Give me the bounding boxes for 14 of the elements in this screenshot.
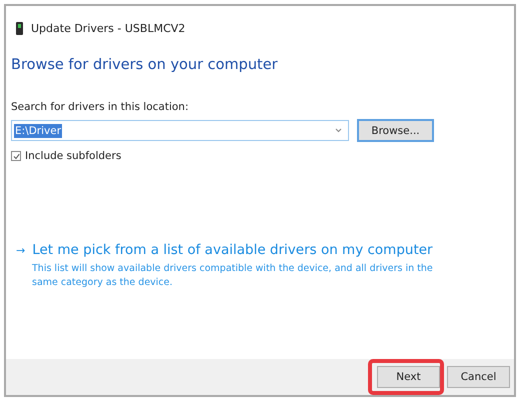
location-label: Search for drivers in this location:	[11, 101, 190, 113]
pick-drivers-link[interactable]: Let me pick from a list of available drivers on my computer	[32, 242, 433, 258]
page-heading: Browse for drivers on your computer	[11, 57, 279, 73]
dialog-button[interactable]: Next	[377, 366, 440, 388]
link-description: This list will show available drivers compatible with the device, and all drivers in the same category as the device.	[32, 262, 434, 290]
include-subfolders-label: Include subfolders	[25, 150, 122, 162]
dialog-button[interactable]: Cancel	[447, 366, 510, 388]
window-title: Update Drivers - USBLMCV2	[31, 22, 186, 34]
include-subfolders-checkbox[interactable]	[11, 151, 21, 161]
dropdown-caret-icon[interactable]	[335, 128, 342, 133]
usb-device-icon	[16, 22, 23, 34]
location-field[interactable]: E:\Driver	[11, 120, 349, 141]
browse-button[interactable]: Browse...	[357, 119, 434, 142]
arrow-icon: →	[16, 244, 26, 256]
